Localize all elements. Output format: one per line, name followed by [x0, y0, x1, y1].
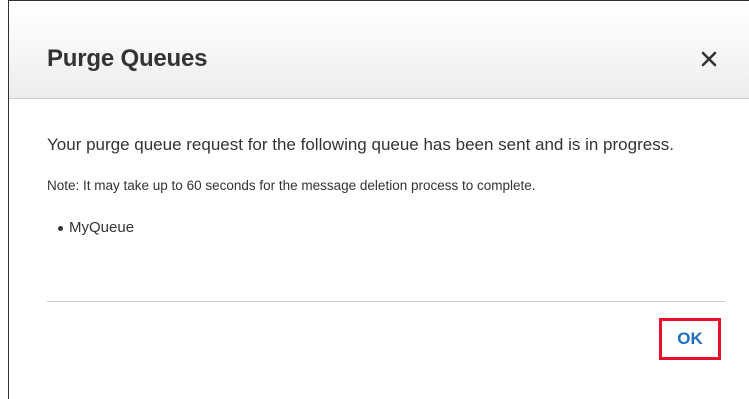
ok-button[interactable]: OK	[659, 318, 721, 360]
purge-queues-dialog: Purge Queues Your purge queue request fo…	[8, 0, 749, 399]
dialog-body: Your purge queue request for the followi…	[47, 133, 727, 238]
dialog-title: Purge Queues	[47, 45, 208, 72]
queue-name: MyQueue	[69, 219, 135, 236]
close-icon	[701, 51, 717, 67]
list-item: MyQueue	[58, 218, 727, 238]
purge-note: Note: It may take up to 60 seconds for t…	[47, 178, 536, 193]
dialog-divider	[47, 301, 725, 302]
bullet-icon	[58, 226, 63, 231]
dialog-header: Purge Queues	[9, 1, 749, 99]
queue-list: MyQueue	[47, 218, 727, 238]
close-button[interactable]	[695, 45, 723, 73]
purge-message: Your purge queue request for the followi…	[47, 135, 674, 154]
